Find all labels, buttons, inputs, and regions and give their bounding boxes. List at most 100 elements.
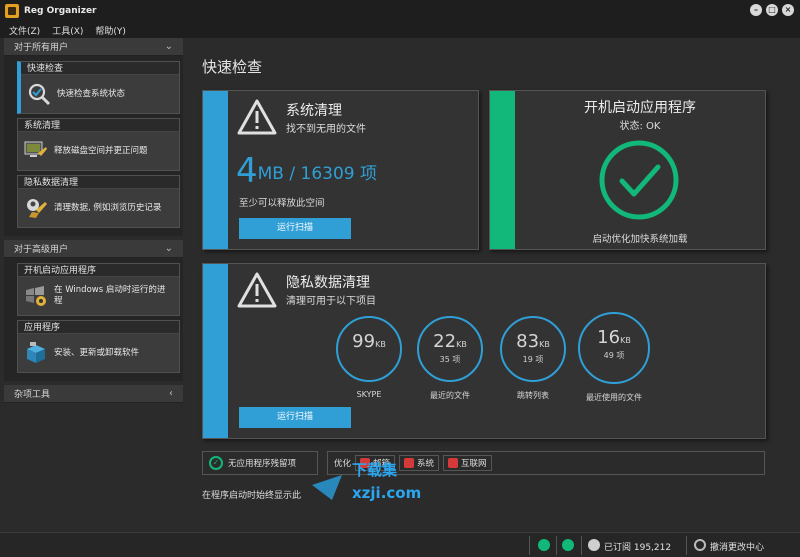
maximize-button[interactable]: □ (766, 4, 778, 16)
privacy-size-unit: KB (375, 340, 386, 349)
window-controls: – □ × (750, 4, 794, 16)
windows-gear-icon (26, 286, 46, 306)
divider (581, 536, 582, 555)
privacy-label: 跳转列表 (517, 391, 549, 400)
svg-text:下载集: 下载集 (352, 461, 398, 479)
system-cleanup-title: 系统清理 (286, 103, 342, 119)
section-misc-tools-label: 杂项工具 (14, 390, 51, 400)
section-advanced-users-body: 开机启动应用程序 在 Windows 启动时运行的进程 应用程序 安装、更新或卸… (4, 258, 183, 381)
privacy-size-num: 99 (352, 331, 376, 352)
sidebar-item-title: 快速检查 (21, 62, 179, 75)
sidebar-item-desc: 安装、更新或卸载软件 (54, 347, 140, 358)
sidebar-item-quick-check[interactable]: 快速检查 快速检查系统状态 (17, 61, 180, 114)
divider (686, 536, 687, 555)
title-bar: Reg Organizer – □ × (0, 0, 800, 22)
size-big-number: 4 (236, 151, 258, 191)
warning-icon (237, 99, 277, 135)
divider (529, 536, 530, 555)
chevron-down-icon: ⌄ (164, 243, 173, 254)
minimize-button[interactable]: – (750, 4, 762, 16)
section-all-users[interactable]: 对于所有用户 ⌄ (4, 38, 183, 56)
menu-help[interactable]: 帮助(Y) (95, 24, 126, 37)
divider (556, 536, 557, 555)
close-button[interactable]: × (782, 4, 794, 16)
privacy-size-num: 83 (516, 331, 540, 352)
svg-text:xzji.com: xzji.com (352, 484, 421, 502)
privacy-size-unit: KB (456, 340, 467, 349)
panel-accent-stripe (203, 91, 228, 249)
app-leftovers-status[interactable]: ✓ 无应用程序残留项 (202, 451, 318, 475)
privacy-size: 83KB (502, 331, 564, 352)
support-icon[interactable] (562, 539, 574, 551)
privacy-broom-icon (27, 199, 47, 218)
privacy-size-unit: KB (539, 340, 550, 349)
sidebar-item-desc: 释放磁盘空间并更正问题 (54, 145, 148, 156)
panel-accent-stripe (203, 264, 228, 438)
section-all-users-label: 对于所有用户 (14, 43, 69, 53)
sidebar-item-title: 隐私数据清理 (18, 176, 179, 189)
privacy-label: 最近使用的文件 (586, 393, 642, 402)
sidebar: 对于所有用户 ⌄ 快速检查 快速检查系统状态 系统清理 释放磁盘空间并更正问题 … (4, 38, 183, 403)
menu-tools[interactable]: 工具(X) (52, 24, 83, 37)
ok-check-icon (599, 140, 679, 220)
privacy-size-num: 16 (597, 327, 621, 348)
menu-file[interactable]: 文件(Z) (9, 24, 40, 37)
broom-monitor-icon (24, 141, 47, 157)
privacy-size: 22KB (419, 331, 481, 352)
chevron-left-icon: ‹ (169, 388, 173, 399)
privacy-ring: 99KB (336, 316, 402, 382)
startup-apps-title: 开机启动应用程序 (584, 100, 696, 116)
privacy-item-skype[interactable]: 99KB SKYPE (333, 316, 405, 399)
size-unit: MB (257, 164, 284, 184)
warning-icon (237, 272, 277, 308)
check-circle-icon: ✓ (209, 456, 223, 470)
privacy-item-recently-used[interactable]: 16KB 49 项 最近使用的文件 (578, 312, 650, 403)
privacy-cleanup-subtitle: 清理可用于以下项目 (286, 296, 376, 307)
sidebar-item-privacy-cleanup[interactable]: 隐私数据清理 清理数据, 例如浏览历史记录 (17, 175, 180, 228)
privacy-label: SKYPE (356, 390, 382, 399)
sidebar-item-applications[interactable]: 应用程序 安装、更新或卸载软件 (17, 320, 180, 373)
undo-center-icon (694, 539, 706, 551)
privacy-item-recent-files[interactable]: 22KB 35 项 最近的文件 (414, 316, 486, 401)
section-misc-tools[interactable]: 杂项工具 ‹ (4, 385, 183, 403)
page-title: 快速检查 (202, 58, 263, 76)
startup-apps-status: 状态: OK (619, 121, 661, 132)
privacy-count: 49 项 (603, 351, 625, 360)
package-box-icon (27, 342, 45, 363)
section-advanced-users-label: 对于高级用户 (14, 245, 69, 255)
leftovers-label: 无应用程序残留项 (228, 459, 297, 469)
system-cleanup-panel: 系统清理 找不到无用的文件 4MB / 16309 项 至少可以释放此空间 运行… (202, 90, 479, 250)
privacy-size-unit: KB (620, 336, 631, 345)
subscribed-count[interactable]: 已订阅 195,212 (604, 540, 671, 553)
tag-label: 互联网 (461, 459, 487, 469)
menu-bar: 文件(Z) 工具(X) 帮助(Y) (0, 22, 800, 38)
startup-show-note: 在程序启动时始终显示此 (202, 491, 302, 501)
privacy-size: 16KB (580, 327, 648, 348)
privacy-cleanup-scan-button[interactable]: 运行扫描 (239, 407, 351, 428)
sidebar-item-system-cleanup[interactable]: 系统清理 释放磁盘空间并更正问题 (17, 118, 180, 171)
sidebar-item-desc: 清理数据, 例如浏览历史记录 (54, 202, 162, 213)
system-cleanup-note: 至少可以释放此空间 (239, 198, 325, 209)
privacy-ring: 16KB 49 项 (578, 312, 650, 384)
sidebar-item-title: 应用程序 (18, 321, 179, 334)
privacy-size: 99KB (338, 331, 400, 352)
panel-accent-stripe (490, 91, 515, 249)
undo-changes-center[interactable]: 撤消更改中心 (710, 540, 764, 553)
privacy-item-jump-lists[interactable]: 83KB 19 项 跳转列表 (497, 316, 569, 401)
sidebar-item-startup-apps[interactable]: 开机启动应用程序 在 Windows 启动时运行的进程 (17, 263, 180, 316)
system-cleanup-size: 4MB / 16309 项 (236, 151, 377, 191)
watermark-logo: 下载集 xzji.com (312, 461, 421, 502)
app-logo-icon (5, 4, 19, 18)
startup-apps-note: 启动优化加快系统加载 (592, 234, 688, 245)
privacy-size-num: 22 (433, 331, 457, 352)
privacy-cleanup-title: 隐私数据清理 (286, 275, 370, 291)
privacy-ring: 83KB 19 项 (500, 316, 566, 382)
privacy-count: 19 项 (522, 355, 544, 364)
section-advanced-users[interactable]: 对于高级用户 ⌄ (4, 240, 183, 258)
size-rest: / 16309 项 (283, 164, 378, 184)
privacy-label: 最近的文件 (430, 391, 470, 400)
sidebar-item-title: 开机启动应用程序 (18, 264, 179, 277)
shield-icon[interactable] (538, 539, 550, 551)
system-cleanup-scan-button[interactable]: 运行扫描 (239, 218, 351, 239)
section-all-users-body: 快速检查 快速检查系统状态 系统清理 释放磁盘空间并更正问题 隐私数据清理 清理… (4, 56, 183, 236)
